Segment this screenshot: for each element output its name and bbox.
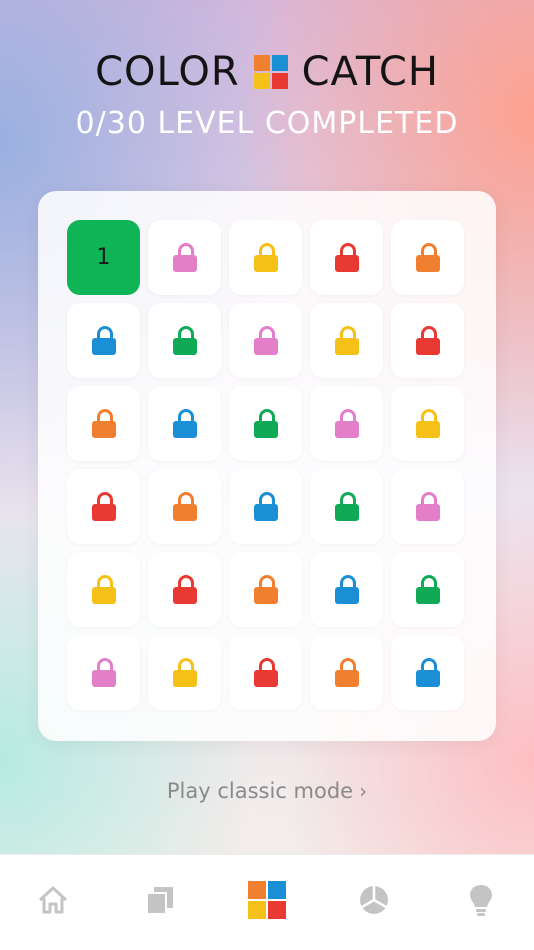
tab-levels[interactable] — [237, 870, 297, 930]
lock-icon — [415, 408, 440, 439]
lock-icon — [334, 408, 359, 439]
lock-icon — [334, 574, 359, 605]
level-number: 1 — [96, 245, 111, 270]
lock-icon — [172, 491, 197, 522]
home-icon — [39, 886, 68, 913]
tab-cards[interactable] — [130, 870, 190, 930]
level-tile-locked[interactable] — [67, 469, 140, 544]
level-tile-locked[interactable] — [310, 469, 383, 544]
lock-icon — [91, 408, 116, 439]
level-tile-locked[interactable] — [148, 386, 221, 461]
tab-home[interactable] — [23, 870, 83, 930]
level-tile-locked[interactable] — [391, 635, 464, 710]
lock-icon — [172, 325, 197, 356]
lock-icon — [415, 491, 440, 522]
level-tile-locked[interactable] — [310, 386, 383, 461]
chevron-right-icon: › — [359, 779, 368, 803]
lock-icon — [334, 325, 359, 356]
lock-icon — [91, 574, 116, 605]
lock-icon — [91, 491, 116, 522]
stats-pie-icon — [359, 885, 388, 914]
level-tile-locked[interactable] — [391, 303, 464, 378]
level-tile-locked[interactable] — [67, 552, 140, 627]
tab-stats[interactable] — [344, 870, 404, 930]
play-classic-mode-link[interactable]: Play classic mode › — [0, 779, 534, 803]
lock-icon — [253, 408, 278, 439]
lock-icon — [253, 242, 278, 273]
level-tile-locked[interactable] — [148, 220, 221, 295]
level-tile-locked[interactable] — [310, 635, 383, 710]
level-tile-locked[interactable] — [229, 220, 302, 295]
level-tile-locked[interactable] — [229, 469, 302, 544]
level-tile-current[interactable]: 1 — [67, 220, 140, 295]
level-tile-locked[interactable] — [148, 635, 221, 710]
lock-icon — [253, 325, 278, 356]
lock-icon — [253, 574, 278, 605]
play-classic-mode-label: Play classic mode — [166, 779, 354, 803]
lock-icon — [415, 242, 440, 273]
level-tile-locked[interactable] — [67, 303, 140, 378]
lock-icon — [172, 408, 197, 439]
level-tile-locked[interactable] — [148, 303, 221, 378]
levels-panel: 1 — [38, 191, 496, 741]
level-tile-locked[interactable] — [310, 303, 383, 378]
cards-icon — [146, 886, 174, 915]
lock-icon — [334, 242, 359, 273]
level-tile-locked[interactable] — [148, 469, 221, 544]
level-tile-locked[interactable] — [310, 220, 383, 295]
lock-icon — [415, 574, 440, 605]
tab-bar — [0, 854, 534, 950]
levels-grid: 1 — [67, 220, 464, 710]
title-catch-word: CATCH — [301, 49, 439, 95]
level-tile-locked[interactable] — [229, 552, 302, 627]
level-tile-locked[interactable] — [310, 552, 383, 627]
tab-hints[interactable] — [451, 870, 511, 930]
lock-icon — [172, 574, 197, 605]
level-tile-locked[interactable] — [67, 635, 140, 710]
level-tile-locked[interactable] — [229, 303, 302, 378]
level-tile-locked[interactable] — [391, 386, 464, 461]
level-tile-locked[interactable] — [229, 386, 302, 461]
level-tile-locked[interactable] — [391, 469, 464, 544]
color-catch-logo-icon — [253, 55, 288, 89]
lock-icon — [334, 657, 359, 688]
lock-icon — [172, 657, 197, 688]
level-tile-locked[interactable] — [148, 552, 221, 627]
level-tile-locked[interactable] — [229, 635, 302, 710]
lock-icon — [334, 491, 359, 522]
lock-icon — [415, 325, 440, 356]
levels-grid-icon — [247, 880, 286, 919]
level-tile-locked[interactable] — [67, 386, 140, 461]
lightbulb-icon — [469, 884, 492, 916]
lock-icon — [415, 657, 440, 688]
title-color-word: COLOR — [95, 49, 240, 95]
lock-icon — [91, 657, 116, 688]
lock-icon — [172, 242, 197, 273]
app-title: COLOR CATCH — [0, 44, 534, 100]
level-tile-locked[interactable] — [391, 220, 464, 295]
lock-icon — [253, 657, 278, 688]
lock-icon — [91, 325, 116, 356]
level-tile-locked[interactable] — [391, 552, 464, 627]
levels-progress: 0/30 LEVEL COMPLETED — [75, 106, 459, 141]
lock-icon — [253, 491, 278, 522]
